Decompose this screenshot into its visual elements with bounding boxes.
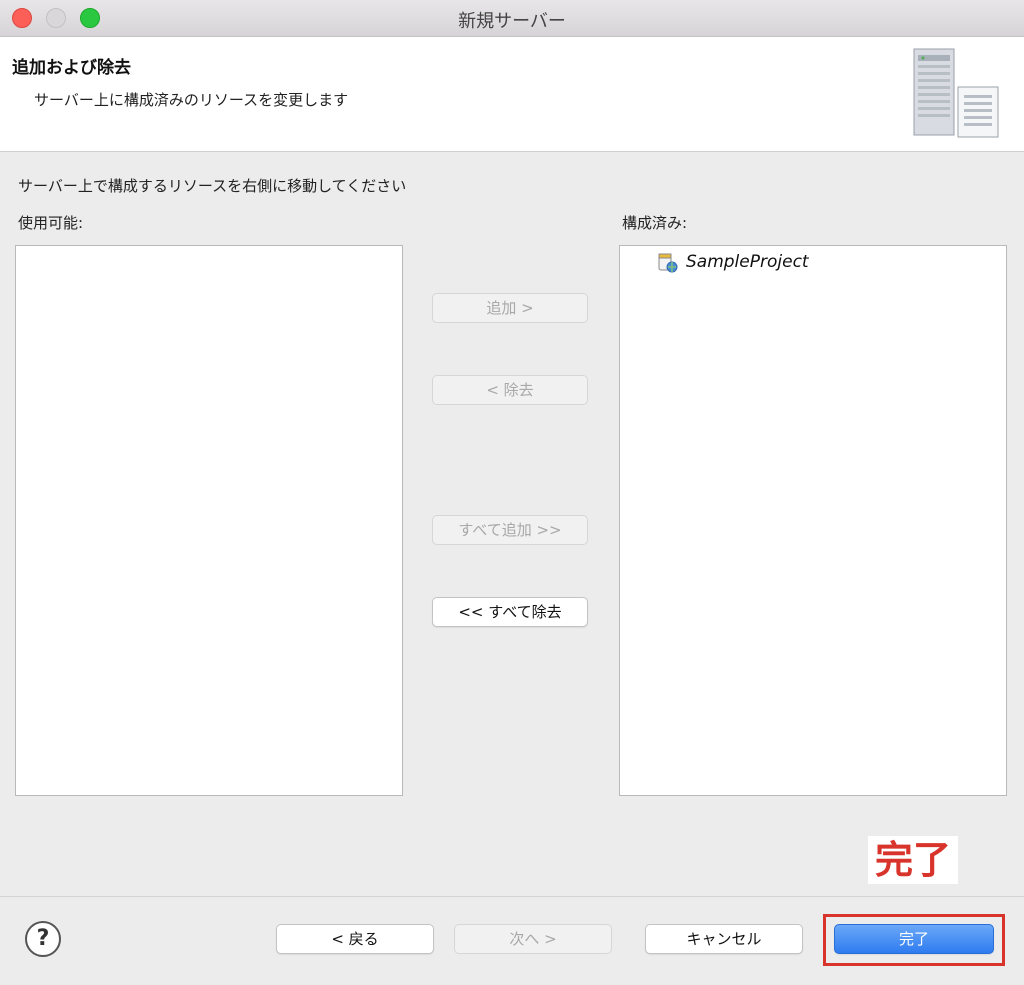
available-resources-list[interactable] <box>15 245 403 796</box>
remove-button[interactable]: < 除去 <box>432 375 588 405</box>
footer-divider <box>0 896 1024 897</box>
available-label: 使用可能: <box>18 214 84 232</box>
next-button[interactable]: 次へ > <box>454 924 612 954</box>
configured-item-label: SampleProject <box>686 252 809 272</box>
cancel-button[interactable]: キャンセル <box>645 924 803 954</box>
page-title: 追加および除去 <box>12 58 131 78</box>
annotation-callout: 完了 <box>868 836 958 884</box>
remove-all-button[interactable]: << すべて除去 <box>432 597 588 627</box>
web-project-icon <box>658 253 678 273</box>
instruction-text: サーバー上で構成するリソースを右側に移動してください <box>18 177 407 195</box>
configured-label: 構成済み: <box>622 214 688 232</box>
list-item[interactable]: SampleProject <box>656 250 809 274</box>
add-button[interactable]: 追加 > <box>432 293 588 323</box>
window-titlebar: 新規サーバー <box>0 0 1024 37</box>
window-title: 新規サーバー <box>458 11 566 32</box>
server-icon <box>913 48 999 138</box>
finish-highlight-box <box>823 914 1005 966</box>
configured-resources-list[interactable]: SampleProject <box>619 245 1007 796</box>
help-icon[interactable]: ? <box>25 921 61 957</box>
wizard-header: 追加および除去 サーバー上に構成済みのリソースを変更します <box>0 37 1024 152</box>
page-description: サーバー上に構成済みのリソースを変更します <box>34 91 349 109</box>
back-button[interactable]: < 戻る <box>276 924 434 954</box>
add-all-button[interactable]: すべて追加 >> <box>432 515 588 545</box>
